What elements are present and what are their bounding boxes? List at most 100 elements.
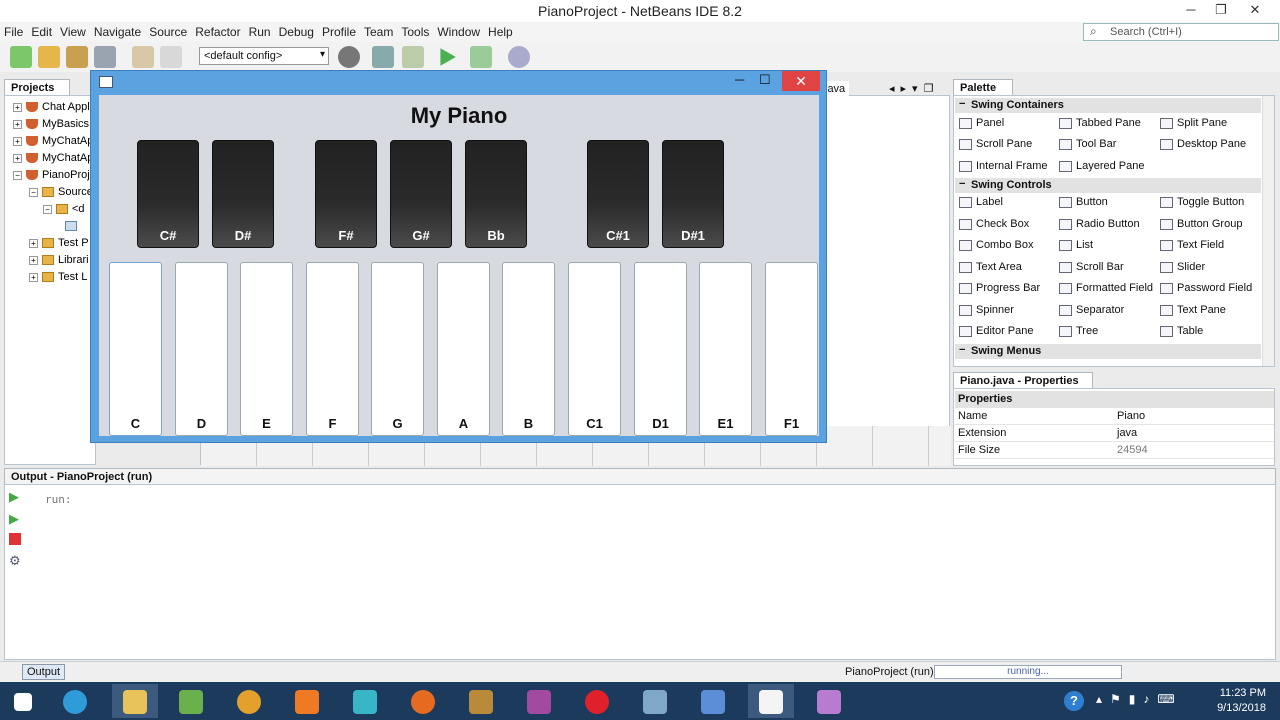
white-key[interactable]: E	[240, 262, 293, 436]
black-key[interactable]: F#	[315, 140, 377, 248]
palette-item[interactable]: Text Field	[1160, 239, 1224, 251]
palette-item[interactable]: Radio Button	[1059, 218, 1140, 230]
palette-item[interactable]: Internal Frame	[959, 160, 1048, 172]
palette-item[interactable]: Desktop Pane	[1160, 138, 1246, 150]
tree-item[interactable]: − Source	[29, 186, 93, 198]
tab-palette[interactable]: Palette ✕	[953, 79, 1013, 107]
palette-item[interactable]: Label	[959, 196, 1003, 208]
palette-item[interactable]: Button Group	[1160, 218, 1242, 230]
property-row[interactable]: Name Piano	[955, 408, 1274, 425]
opera-icon[interactable]	[574, 684, 620, 718]
debug-icon[interactable]	[470, 46, 492, 68]
java-file-icon[interactable]	[65, 220, 81, 232]
palette-item[interactable]: Spinner	[959, 304, 1014, 316]
menu-run[interactable]: Run	[245, 22, 275, 39]
black-key[interactable]: G#	[390, 140, 452, 248]
properties-section[interactable]: Properties	[955, 391, 1274, 408]
new-project-icon[interactable]	[38, 46, 60, 68]
menu-edit[interactable]: Edit	[27, 22, 56, 39]
white-key[interactable]: D1	[634, 262, 687, 436]
chrome-icon[interactable]	[226, 684, 272, 718]
palette-item[interactable]: Editor Pane	[959, 325, 1033, 337]
palette-item[interactable]: List	[1059, 239, 1093, 251]
white-key[interactable]: G	[371, 262, 424, 436]
white-key[interactable]: D	[175, 262, 228, 436]
white-key[interactable]: F	[306, 262, 359, 436]
palette-item[interactable]: Button	[1059, 196, 1108, 208]
palette-scrollbar[interactable]	[1262, 96, 1274, 366]
globe-icon[interactable]	[338, 46, 360, 68]
tray-icons[interactable]: ▴⚑▮♪⌨	[1096, 692, 1183, 706]
java-icon[interactable]	[748, 684, 794, 718]
app-icon[interactable]	[806, 684, 852, 718]
app-icon[interactable]	[168, 684, 214, 718]
black-key[interactable]: C#	[137, 140, 199, 248]
undo-icon[interactable]	[132, 46, 154, 68]
menu-view[interactable]: View	[56, 22, 90, 39]
palette-section[interactable]: Swing Containers	[955, 98, 1261, 113]
menu-source[interactable]: Source	[145, 22, 191, 39]
maximize-button[interactable]: ❐	[1206, 2, 1236, 18]
palette-item[interactable]: Toggle Button	[1160, 196, 1244, 208]
menu-file[interactable]: File	[0, 22, 27, 39]
tree-item[interactable]: + MyChatAp	[13, 135, 93, 147]
palette-item[interactable]: Tool Bar	[1059, 138, 1116, 150]
maximize-icon[interactable]: ☐	[759, 72, 771, 88]
tree-item[interactable]: + MyChatAp	[13, 152, 93, 164]
config-select[interactable]: <default config> ▾	[199, 47, 329, 65]
run-icon[interactable]	[440, 48, 456, 66]
save-all-icon[interactable]	[94, 46, 116, 68]
palette-item[interactable]: Layered Pane	[1059, 160, 1145, 172]
black-key[interactable]: Bb	[465, 140, 527, 248]
firefox-icon[interactable]	[400, 684, 446, 718]
property-row[interactable]: File Size 24594	[955, 442, 1274, 459]
menu-profile[interactable]: Profile	[318, 22, 360, 39]
palette-item[interactable]: Scroll Bar	[1059, 261, 1124, 273]
virtualbox-icon[interactable]	[690, 684, 736, 718]
app-icon[interactable]	[632, 684, 678, 718]
output-bottom-tab[interactable]: Output	[22, 664, 66, 680]
black-key[interactable]: D#	[212, 140, 274, 248]
editor-tab-nav-icon[interactable]: ◂▸▾❐	[889, 82, 939, 95]
white-key[interactable]: F1	[765, 262, 818, 436]
video-icon[interactable]	[342, 684, 388, 718]
piano-title-bar[interactable]: ─ ☐ ✕	[91, 71, 826, 95]
settings-icon[interactable]: ⚙	[9, 553, 23, 568]
search-input[interactable]: ⌕ Search (Ctrl+I)	[1083, 23, 1279, 41]
white-key[interactable]: B	[502, 262, 555, 436]
tab-projects[interactable]: Projects ✕	[4, 79, 70, 107]
palette-item[interactable]: Check Box	[959, 218, 1029, 230]
menu-refactor[interactable]: Refactor	[191, 22, 244, 39]
palette-section[interactable]: Swing Controls	[955, 178, 1261, 193]
palette-item[interactable]: Tree	[1059, 325, 1098, 337]
tree-item[interactable]: + Chat Appli	[13, 101, 92, 113]
close-button[interactable]: ✕	[1240, 2, 1270, 18]
build-hammer-icon[interactable]	[372, 46, 394, 68]
menu-debug[interactable]: Debug	[275, 22, 318, 39]
menu-team[interactable]: Team	[360, 22, 397, 39]
stop-icon[interactable]	[9, 533, 21, 545]
open-project-icon[interactable]	[66, 46, 88, 68]
tab-properties[interactable]: Piano.java - Properties ✕	[953, 372, 1093, 400]
white-key[interactable]: A	[437, 262, 490, 436]
menu-tools[interactable]: Tools	[397, 22, 433, 39]
app-icon[interactable]	[516, 684, 562, 718]
white-key[interactable]: E1	[699, 262, 752, 436]
tree-item[interactable]: − <d	[43, 203, 85, 215]
tree-item[interactable]: + Test L	[29, 271, 87, 283]
close-icon[interactable]: ✕	[782, 71, 820, 91]
output-panel[interactable]: ▶ ▶ ⚙ run:	[4, 484, 1276, 660]
black-key[interactable]: C#1	[587, 140, 649, 248]
palette-item[interactable]: Text Pane	[1160, 304, 1226, 316]
palette-item[interactable]: Formatted Field	[1059, 282, 1153, 294]
palette-item[interactable]: Slider	[1160, 261, 1205, 273]
xampp-icon[interactable]	[284, 684, 330, 718]
palette-item[interactable]: Separator	[1059, 304, 1124, 316]
palette-item[interactable]: Tabbed Pane	[1059, 117, 1141, 129]
rerun-icon[interactable]: ▶	[9, 489, 23, 504]
palette-item[interactable]: Combo Box	[959, 239, 1033, 251]
palette-item[interactable]: Text Area	[959, 261, 1022, 273]
menu-help[interactable]: Help	[484, 22, 517, 39]
profile-icon[interactable]	[508, 46, 530, 68]
white-key[interactable]: C	[109, 262, 162, 436]
